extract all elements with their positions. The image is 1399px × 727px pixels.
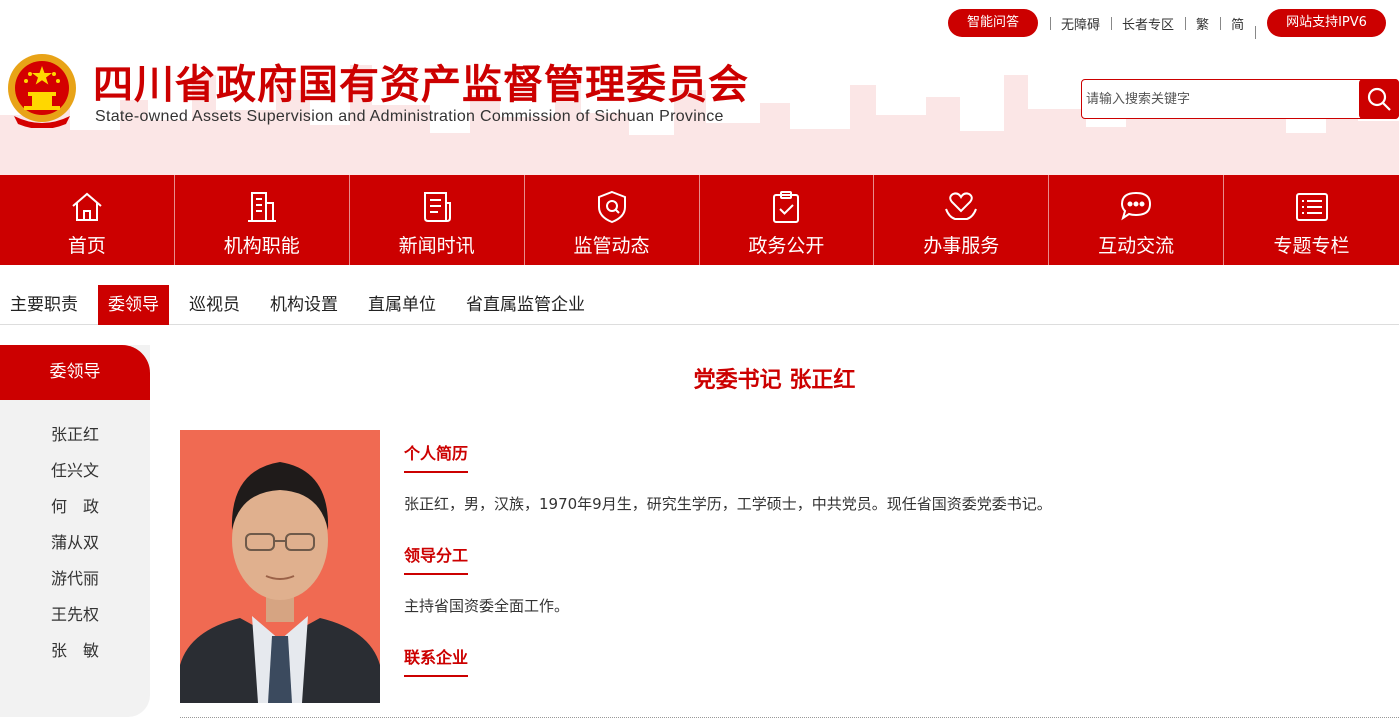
nav-item-supervision[interactable]: 监管动态 [525,175,700,265]
sidebar-list: 张正红 任兴文 何 政 蒲从双 游代丽 王先权 张 敏 [0,400,150,669]
section-heading-resume: 个人简历 [404,440,469,473]
subnav-affiliated-units[interactable]: 直属单位 [358,285,446,325]
elderly-zone-link[interactable]: 长者专区 [1111,14,1185,33]
nav-item-government-affairs[interactable]: 政务公开 [700,175,875,265]
page-title: 党委书记 张正红 [693,368,856,393]
search-box [1081,79,1399,119]
heart-hand-icon [945,192,978,220]
national-emblem-icon [8,54,76,128]
smart-qa-button[interactable]: 智能问答 [948,9,1039,37]
news-icon [423,192,451,222]
site-subtitle: State-owned Assets Supervision and Admin… [95,108,724,125]
nav-item-news[interactable]: 新闻时讯 [350,175,525,265]
search-button[interactable] [1359,79,1399,119]
simplified-chinese-link[interactable]: 简 [1220,14,1255,33]
nav-item-home[interactable]: 首页 [0,175,175,265]
sidebar-item-leader[interactable]: 张 敏 [0,633,150,669]
sidebar-item-leader[interactable]: 任兴文 [0,453,150,489]
nav-item-functions[interactable]: 机构职能 [175,175,350,265]
subnav-supervised-enterprises[interactable]: 省直属监管企业 [456,285,595,325]
section-heading-responsibilities: 领导分工 [404,542,469,575]
nav-label: 首页 [67,235,106,257]
top-links: 智能问答 无障碍 长者专区 繁 简 网站支持IPV6 [948,9,1386,39]
content-divider [180,717,1399,718]
responsibilities-text: 主持省国资委全面工作。 [404,597,570,615]
clipboard-check-icon [773,191,800,223]
leader-portrait [180,430,380,703]
main-nav: 首页 机构职能 新闻时讯 监管动态 政务公开 办事服务 互动交流 专题专栏 [0,175,1399,265]
chat-icon [1121,191,1152,221]
subnav-inspectors[interactable]: 巡视员 [179,285,250,325]
site-title: 四川省政府国有资产监督管理委员会 [93,62,749,108]
sidebar: 委领导 张正红 任兴文 何 政 蒲从双 游代丽 王先权 张 敏 [0,345,150,717]
sidebar-item-leader[interactable]: 蒲从双 [0,525,150,561]
sidebar-item-leader[interactable]: 王先权 [0,597,150,633]
traditional-chinese-link[interactable]: 繁 [1185,14,1220,33]
home-icon [72,192,102,221]
search-icon [1367,87,1391,111]
building-icon [247,192,276,222]
nav-item-interaction[interactable]: 互动交流 [1049,175,1225,265]
site-header: 四川省政府国有资产监督管理委员会 State-owned Assets Supe… [0,0,1399,175]
shield-icon [597,190,626,224]
section-heading-contact-enterprises: 联系企业 [404,644,469,677]
ipv6-badge[interactable]: 网站支持IPV6 [1267,9,1386,37]
nav-label: 机构职能 [223,235,300,257]
nav-label: 新闻时讯 [398,235,475,257]
accessibility-link[interactable]: 无障碍 [1050,14,1111,33]
sidebar-heading: 委领导 [0,345,150,400]
sub-nav: 主要职责 委领导 巡视员 机构设置 直属单位 省直属监管企业 [0,285,1399,325]
nav-item-special-topics[interactable]: 专题专栏 [1224,175,1399,265]
nav-label: 办事服务 [923,235,1000,257]
sidebar-item-leader[interactable]: 游代丽 [0,561,150,597]
subnav-main-duties[interactable]: 主要职责 [0,285,88,325]
nav-label: 监管动态 [573,235,650,257]
sidebar-item-leader[interactable]: 何 政 [0,489,150,525]
search-input[interactable] [1086,88,1356,110]
portrait-image [180,462,380,703]
resume-text: 张正红，男，汉族，1970年9月生，研究生学历，工学硕士，中共党员。现任省国资委… [404,495,1052,513]
list-icon [1295,193,1328,221]
nav-item-services[interactable]: 办事服务 [874,175,1050,265]
subnav-org-structure[interactable]: 机构设置 [260,285,348,325]
nav-label: 专题专栏 [1273,235,1350,257]
subnav-leaders[interactable]: 委领导 [98,285,169,325]
sidebar-item-leader[interactable]: 张正红 [0,417,150,453]
nav-label: 互动交流 [1098,235,1175,257]
nav-label: 政务公开 [748,235,825,257]
